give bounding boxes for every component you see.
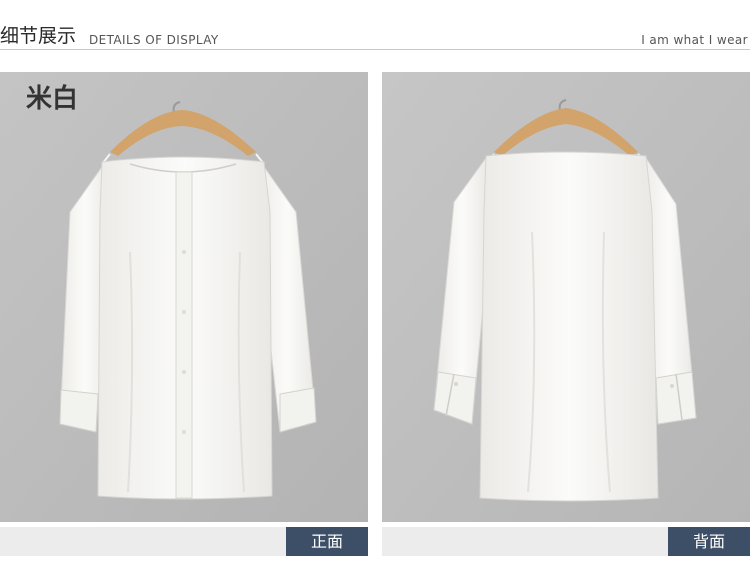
front-shirt-image — [0, 72, 368, 522]
section-header: 细节展示 DETAILS OF DISPLAY I am what I wear — [0, 0, 750, 50]
front-view-caption: 正面 — [286, 527, 368, 556]
brand-tagline: I am what I wear — [641, 33, 748, 47]
section-title-cn: 细节展示 — [0, 25, 77, 47]
header-divider — [0, 49, 750, 50]
back-shirt-image — [382, 72, 750, 522]
section-title-en: DETAILS OF DISPLAY — [89, 33, 219, 47]
color-name-label: 米白 — [26, 84, 79, 114]
back-view-caption: 背面 — [668, 527, 750, 556]
back-view-panel — [382, 72, 750, 522]
front-view-panel — [0, 72, 368, 522]
